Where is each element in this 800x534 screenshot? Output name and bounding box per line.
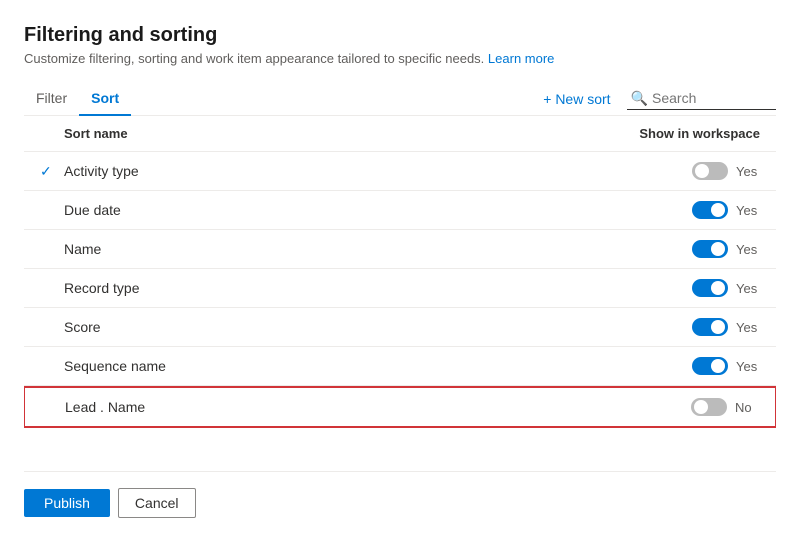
toggle-label: Yes <box>736 164 760 179</box>
cancel-button[interactable]: Cancel <box>118 488 196 518</box>
table-row: Sequence name Yes <box>24 347 776 386</box>
toggle-label: Yes <box>736 242 760 257</box>
toggle-switch[interactable] <box>692 318 728 336</box>
sort-name-label: Due date <box>64 202 121 218</box>
new-sort-button[interactable]: + New sort <box>535 87 618 111</box>
search-input[interactable] <box>652 90 772 106</box>
toggle-label: Yes <box>736 359 760 374</box>
check-icon: ✓ <box>40 163 52 180</box>
col-sort-name: Sort name <box>64 126 128 141</box>
toggle-label: Yes <box>736 281 760 296</box>
page-subtitle: Customize filtering, sorting and work it… <box>24 51 776 66</box>
col-show-workspace: Show in workspace <box>639 126 760 141</box>
toggle-label: Yes <box>736 203 760 218</box>
page-title: Filtering and sorting <box>24 24 776 47</box>
sort-name-label: Lead . Name <box>65 399 145 415</box>
tab-sort[interactable]: Sort <box>79 82 131 116</box>
sort-name-label: Name <box>64 241 101 257</box>
sort-name-label: Sequence name <box>64 358 166 374</box>
toggle-switch[interactable] <box>692 201 728 219</box>
search-icon: 🔍 <box>631 90 648 107</box>
table-row: Lead . Name No <box>24 386 776 428</box>
learn-more-link[interactable]: Learn more <box>488 51 554 66</box>
toggle-label: Yes <box>736 320 760 335</box>
toggle-label: No <box>735 400 759 415</box>
table-row: Score Yes <box>24 308 776 347</box>
sort-name-label: Activity type <box>64 163 139 179</box>
tab-filter[interactable]: Filter <box>24 82 79 116</box>
table-row: Record type Yes <box>24 269 776 308</box>
toggle-switch[interactable] <box>692 240 728 258</box>
table-row: Due date Yes <box>24 191 776 230</box>
publish-button[interactable]: Publish <box>24 489 110 517</box>
table-row: ✓ Activity type Yes <box>24 152 776 191</box>
sort-name-label: Score <box>64 319 101 335</box>
table-row: Name Yes <box>24 230 776 269</box>
toggle-switch[interactable] <box>691 398 727 416</box>
toggle-switch[interactable] <box>692 357 728 375</box>
toggle-switch[interactable] <box>692 162 728 180</box>
toggle-switch[interactable] <box>692 279 728 297</box>
sort-name-label: Record type <box>64 280 139 296</box>
